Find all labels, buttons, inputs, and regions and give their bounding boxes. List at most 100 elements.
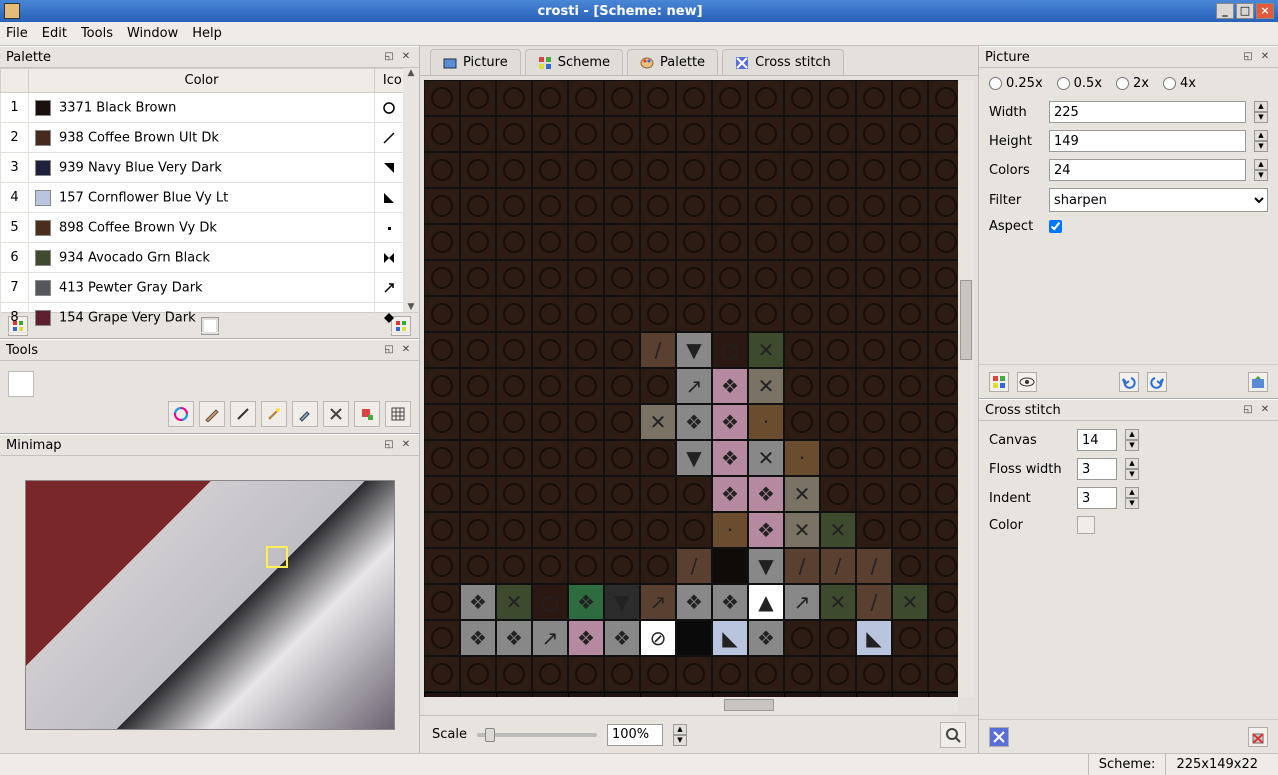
palette-close-button[interactable]: ✕ [399, 50, 413, 64]
stitch-cell[interactable] [928, 332, 958, 368]
indent-input[interactable] [1077, 487, 1117, 509]
stitch-cell[interactable] [784, 116, 820, 152]
scheme-canvas[interactable]: /▼○✕↗❖✕✕❖❖·▼❖✕·❖❖✕·❖✕✕/▼///❖✕○❖▼↗❖❖▲↗✕/✕… [424, 80, 958, 697]
stitch-cell[interactable] [892, 476, 928, 512]
stitch-cell[interactable] [640, 296, 676, 332]
stitch-cell[interactable] [892, 188, 928, 224]
col-index[interactable] [1, 69, 29, 93]
stitch-cell[interactable] [604, 440, 640, 476]
zoom-4[interactable]: 4x [1163, 76, 1196, 91]
stitch-cell[interactable]: ❖ [496, 620, 532, 656]
stitch-cell[interactable] [676, 188, 712, 224]
menu-edit[interactable]: Edit [42, 26, 67, 41]
stitch-cell[interactable] [712, 260, 748, 296]
stitch-cell[interactable] [820, 260, 856, 296]
stitch-cell[interactable] [568, 224, 604, 260]
stitch-cell[interactable] [496, 548, 532, 584]
minimap-viewport[interactable] [266, 546, 288, 568]
stitch-cell[interactable]: ↗ [640, 584, 676, 620]
stitch-cell[interactable] [676, 476, 712, 512]
stitch-cell[interactable] [676, 116, 712, 152]
stitch-cell[interactable] [604, 332, 640, 368]
stitch-cell[interactable] [532, 404, 568, 440]
stitch-cell[interactable] [460, 80, 496, 116]
stitch-cell[interactable] [892, 224, 928, 260]
stitch-cell[interactable] [424, 116, 460, 152]
stitch-cell[interactable] [640, 116, 676, 152]
stitch-cell[interactable] [856, 440, 892, 476]
stitch-cell[interactable] [496, 404, 532, 440]
stitch-cell[interactable] [928, 584, 958, 620]
stitch-cell[interactable]: ✕ [640, 404, 676, 440]
stitch-cell[interactable]: ❖ [568, 620, 604, 656]
stitch-cell[interactable] [604, 656, 640, 692]
stitch-cell[interactable] [928, 188, 958, 224]
stitch-cell[interactable] [928, 548, 958, 584]
stitch-cell[interactable]: ▼ [748, 548, 784, 584]
stitch-cell[interactable] [424, 332, 460, 368]
cross-close-button[interactable]: ✕ [1258, 403, 1272, 417]
stitch-cell[interactable] [496, 512, 532, 548]
stitch-cell[interactable] [532, 152, 568, 188]
stitch-cell[interactable] [748, 224, 784, 260]
canvas-hscrollbar[interactable] [424, 697, 958, 713]
stitch-cell[interactable] [568, 476, 604, 512]
tools-close-button[interactable]: ✕ [399, 343, 413, 357]
stitch-cell[interactable] [604, 548, 640, 584]
stitch-cell[interactable] [892, 116, 928, 152]
stitch-cell[interactable] [856, 80, 892, 116]
stitch-cell[interactable] [892, 296, 928, 332]
stitch-cell[interactable]: ↗ [532, 620, 568, 656]
palette-row[interactable]: 8154 Grape Very Dark [1, 303, 419, 333]
tool-add-shape[interactable] [354, 401, 380, 427]
height-spinner[interactable]: ▲▼ [1254, 130, 1268, 152]
stitch-cell[interactable] [892, 80, 928, 116]
stitch-cell[interactable] [532, 296, 568, 332]
stitch-cell[interactable] [820, 80, 856, 116]
stitch-cell[interactable] [640, 152, 676, 188]
stitch-cell[interactable] [532, 188, 568, 224]
stitch-cell[interactable] [856, 188, 892, 224]
col-color[interactable]: Color [29, 69, 375, 93]
stitch-cell[interactable] [460, 512, 496, 548]
stitch-cell[interactable] [532, 368, 568, 404]
stitch-cell[interactable] [604, 152, 640, 188]
stitch-cell[interactable] [460, 548, 496, 584]
stitch-cell[interactable] [820, 620, 856, 656]
stitch-cell[interactable] [532, 80, 568, 116]
menu-window[interactable]: Window [127, 26, 178, 41]
stitch-cell[interactable]: ◣ [856, 620, 892, 656]
stitch-cell[interactable]: ✕ [748, 440, 784, 476]
stitch-cell[interactable] [748, 656, 784, 692]
stitch-cell[interactable]: ◣ [712, 620, 748, 656]
stitch-cell[interactable] [460, 332, 496, 368]
floss-spinner[interactable]: ▲▼ [1125, 458, 1139, 480]
stitch-cell[interactable] [676, 224, 712, 260]
stitch-cell[interactable] [460, 152, 496, 188]
stitch-cell[interactable] [496, 224, 532, 260]
stitch-cell[interactable] [496, 188, 532, 224]
stitch-cell[interactable]: ▲ [748, 584, 784, 620]
stitch-cell[interactable] [640, 548, 676, 584]
palette-row[interactable]: 5898 Coffee Brown Vy Dk [1, 213, 419, 243]
stitch-cell[interactable]: ↗ [676, 368, 712, 404]
width-spinner[interactable]: ▲▼ [1254, 101, 1268, 123]
stitch-cell[interactable] [460, 656, 496, 692]
palette-detach-button[interactable]: ◱ [382, 50, 396, 64]
cross-preview-button[interactable] [989, 727, 1009, 747]
stitch-cell[interactable] [568, 368, 604, 404]
canvas-vscrollbar[interactable] [958, 80, 974, 697]
stitch-cell[interactable] [604, 476, 640, 512]
tool-eyedropper[interactable] [292, 401, 318, 427]
tool-grid[interactable] [385, 401, 411, 427]
filter-select[interactable]: sharpen [1049, 188, 1268, 212]
stitch-cell[interactable]: ⊘ [640, 620, 676, 656]
minimap-detach-button[interactable]: ◱ [382, 438, 396, 452]
stitch-cell[interactable] [784, 224, 820, 260]
stitch-cell[interactable] [820, 188, 856, 224]
stitch-cell[interactable] [748, 188, 784, 224]
stitch-cell[interactable]: ✕ [820, 584, 856, 620]
stitch-cell[interactable] [568, 440, 604, 476]
stitch-cell[interactable] [604, 188, 640, 224]
stitch-cell[interactable] [424, 620, 460, 656]
